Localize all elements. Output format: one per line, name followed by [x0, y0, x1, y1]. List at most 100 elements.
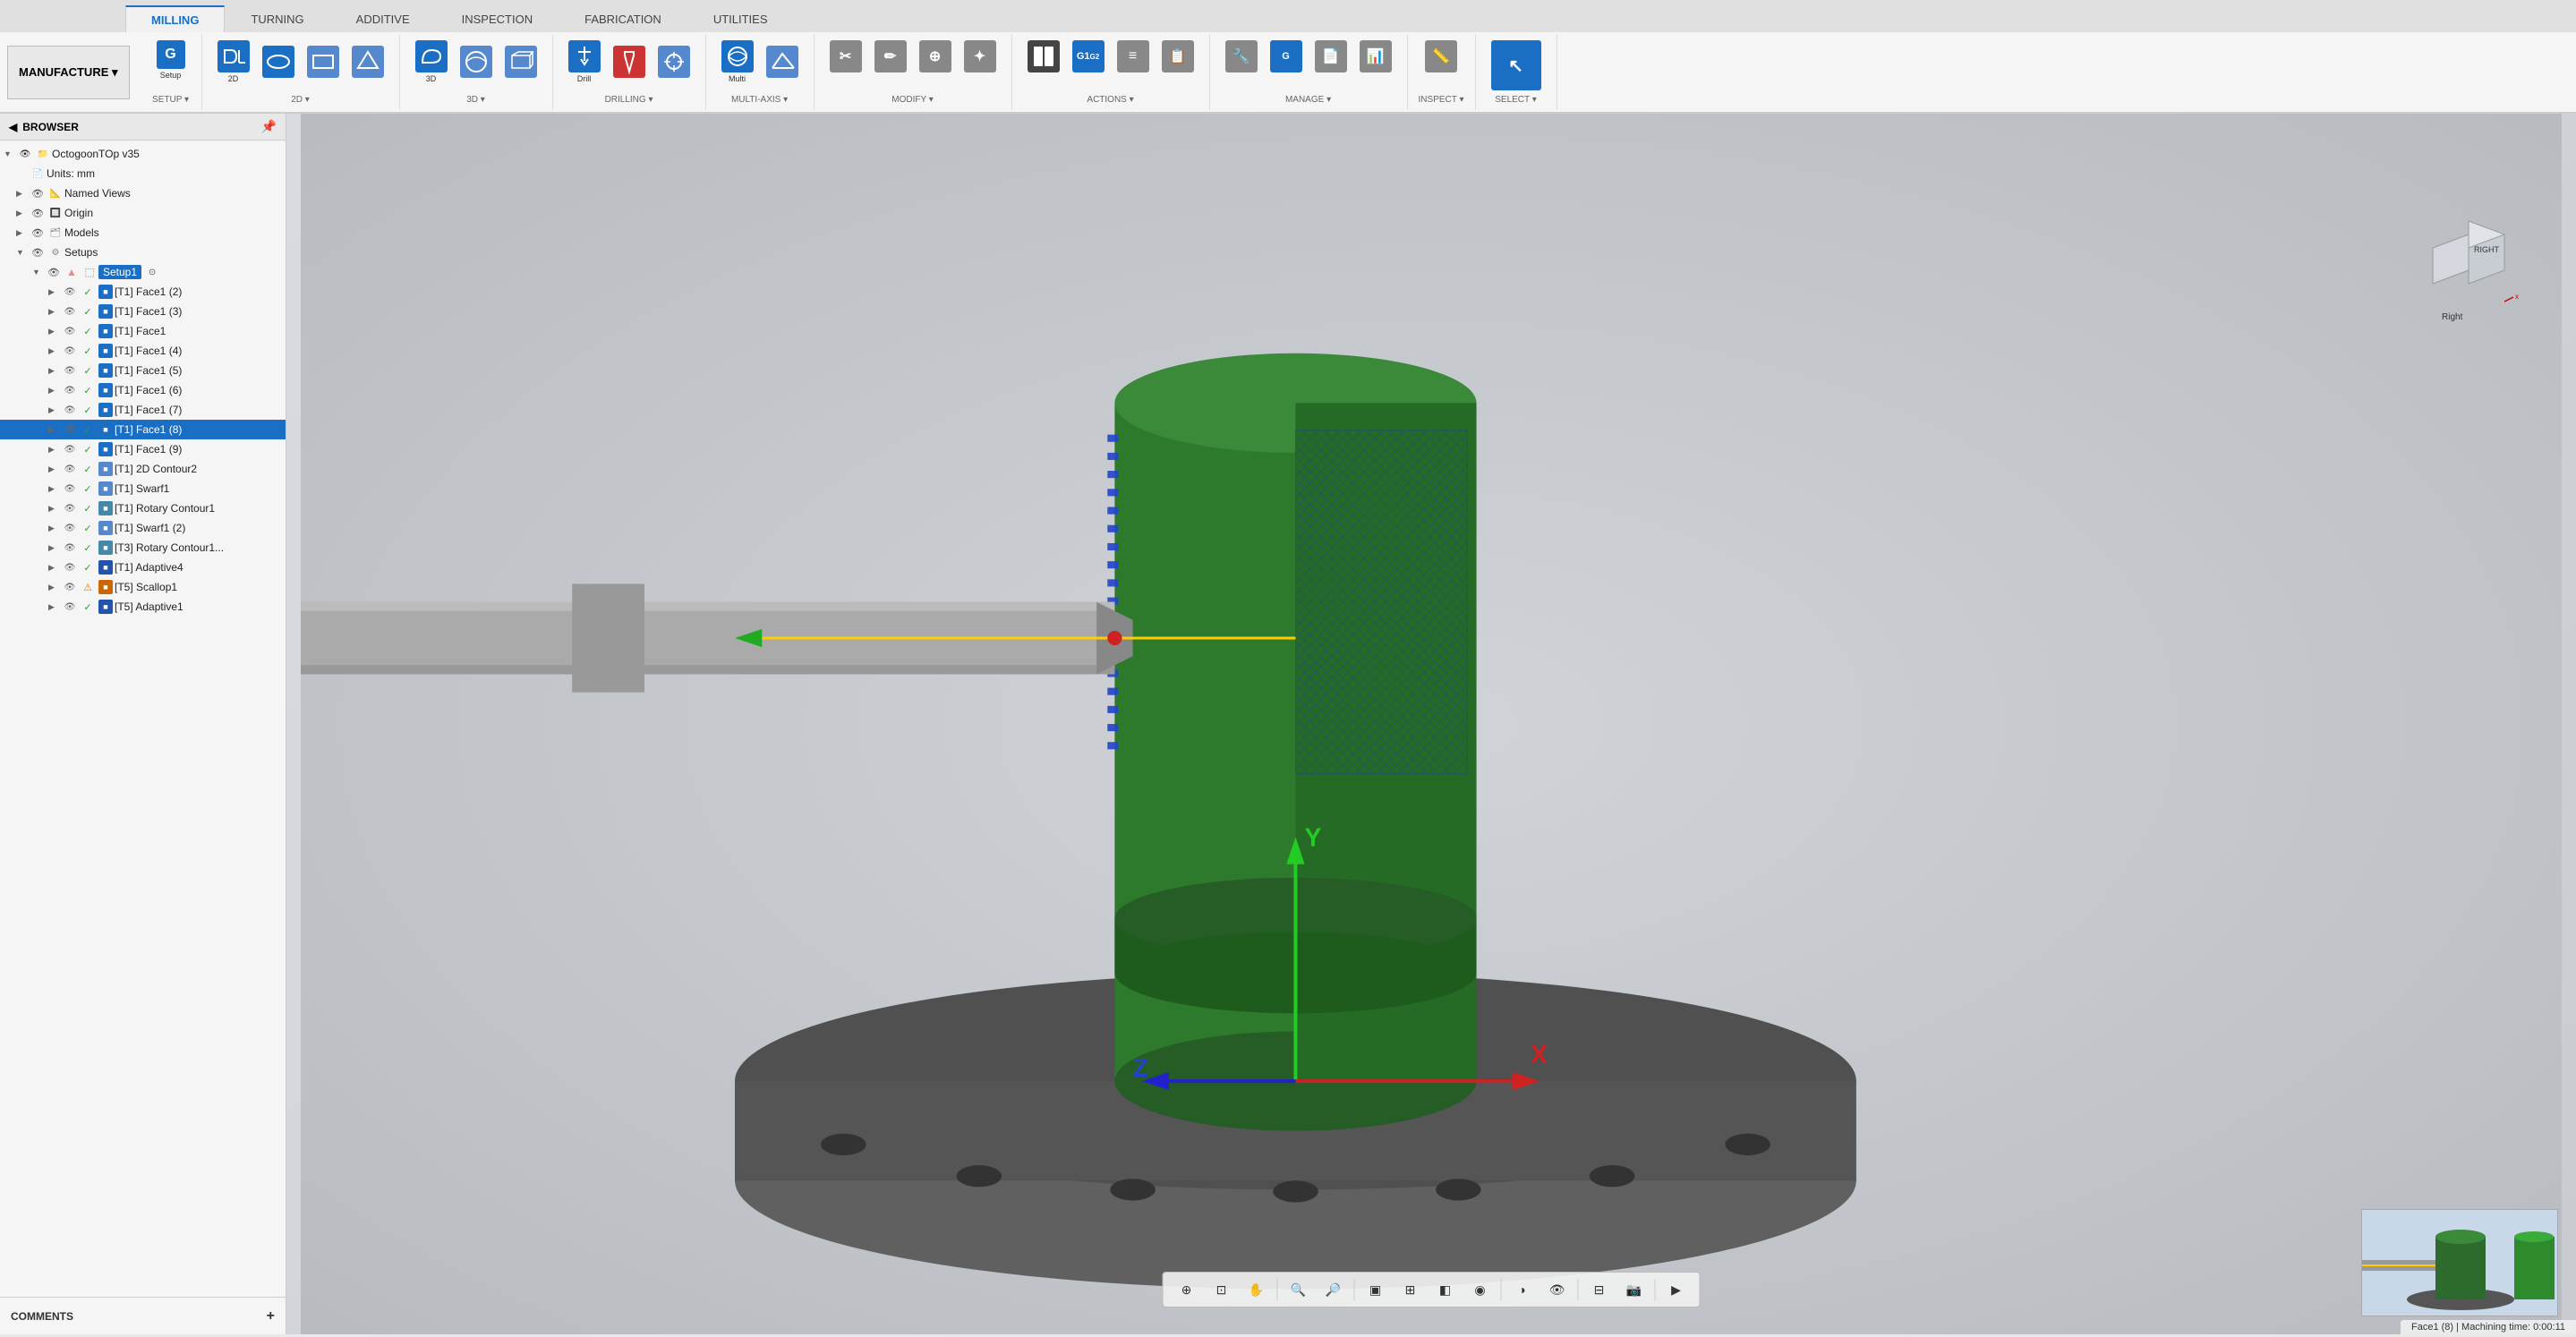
- grid-button[interactable]: ⊞: [1395, 1276, 1427, 1303]
- tree-item-12[interactable]: ▶ 👁 ✓ ■ [T1] Swarf1 (2): [0, 518, 286, 538]
- tree-item-3[interactable]: ▶ 👁 ✓ ■ [T1] Face1 (4): [0, 341, 286, 361]
- tree-item-8[interactable]: ▶ 👁 ✓ ■ [T1] Face1 (9): [0, 439, 286, 459]
- setup1-extra[interactable]: ⊙: [145, 265, 159, 279]
- item-eye-8[interactable]: 👁: [63, 442, 77, 456]
- pan-button[interactable]: ⊡: [1206, 1276, 1238, 1303]
- setup1-eye[interactable]: 👁: [47, 265, 61, 279]
- browser-collapse-icon[interactable]: ◀: [9, 121, 17, 133]
- item-expand-10[interactable]: ▶: [48, 484, 61, 494]
- item-expand-13[interactable]: ▶: [48, 543, 61, 553]
- tree-item-7[interactable]: ▶ 👁 ✓ ■ [T1] Face1 (8): [0, 420, 286, 439]
- tree-models[interactable]: ▶ 👁 🗂 Models: [0, 223, 286, 243]
- actions-4[interactable]: 📋: [1157, 38, 1198, 75]
- tree-setups[interactable]: ▼ 👁 ⚙ Setups: [0, 243, 286, 262]
- actions-2[interactable]: G1G2: [1068, 38, 1109, 75]
- origin-eye[interactable]: 👁: [30, 206, 45, 220]
- setups-eye[interactable]: 👁: [30, 245, 45, 260]
- wireframe-button[interactable]: ▣: [1360, 1276, 1392, 1303]
- modify-2[interactable]: ✏: [870, 38, 911, 75]
- nav-button-1[interactable]: ⊕: [1171, 1276, 1203, 1303]
- 2d-button[interactable]: 2D: [213, 38, 254, 86]
- tab-milling[interactable]: MILLING: [125, 5, 225, 32]
- view-cube[interactable]: RIGHT Right x: [2415, 203, 2522, 311]
- 3d-button[interactable]: 3D: [411, 38, 452, 86]
- tree-item-4[interactable]: ▶ 👁 ✓ ■ [T1] Face1 (5): [0, 361, 286, 380]
- tree-item-2[interactable]: ▶ 👁 ✓ ■ [T1] Face1: [0, 321, 286, 341]
- item-expand-15[interactable]: ▶: [48, 583, 61, 592]
- root-expand[interactable]: ▼: [4, 149, 16, 158]
- 2d-4-button[interactable]: [347, 43, 388, 81]
- item-eye-16[interactable]: 👁: [63, 600, 77, 614]
- tree-root[interactable]: ▼ 👁 📁 OctogoonTOp v35: [0, 144, 286, 164]
- tree-units[interactable]: 📄 Units: mm: [0, 164, 286, 183]
- item-expand-3[interactable]: ▶: [48, 346, 61, 356]
- item-eye-5[interactable]: 👁: [63, 383, 77, 397]
- tab-additive[interactable]: ADDITIVE: [330, 5, 436, 32]
- tab-fabrication[interactable]: FABRICATION: [559, 5, 687, 32]
- 2d-2-button[interactable]: [258, 43, 299, 81]
- zoom-fit-button[interactable]: 🔎: [1318, 1276, 1350, 1303]
- 2d-3-button[interactable]: [303, 43, 344, 81]
- tree-item-6[interactable]: ▶ 👁 ✓ ■ [T1] Face1 (7): [0, 400, 286, 420]
- item-eye-0[interactable]: 👁: [63, 285, 77, 299]
- item-expand-7[interactable]: ▶: [48, 425, 61, 435]
- manage-3[interactable]: 📄: [1310, 38, 1352, 75]
- tree-item-1[interactable]: ▶ 👁 ✓ ■ [T1] Face1 (3): [0, 302, 286, 321]
- setup1-expand[interactable]: ▼: [32, 268, 45, 277]
- display-settings-button[interactable]: ◧: [1429, 1276, 1462, 1303]
- item-eye-10[interactable]: 👁: [63, 481, 77, 496]
- tab-inspection[interactable]: INSPECTION: [436, 5, 559, 32]
- item-eye-7[interactable]: 👁: [63, 422, 77, 437]
- item-expand-0[interactable]: ▶: [48, 287, 61, 297]
- show-hide-button[interactable]: 👁: [1541, 1276, 1574, 1303]
- item-expand-2[interactable]: ▶: [48, 327, 61, 336]
- root-visibility-icon[interactable]: 👁: [18, 147, 32, 161]
- tree-item-0[interactable]: ▶ 👁 ✓ ■ [T1] Face1 (2): [0, 282, 286, 302]
- render-mode-button[interactable]: ◉: [1464, 1276, 1497, 1303]
- actions-3[interactable]: ≡: [1113, 38, 1154, 75]
- setup-button[interactable]: G Setup: [151, 38, 191, 82]
- viewport[interactable]: RIGHT Right x: [286, 114, 2576, 1334]
- multi-axis-2-button[interactable]: [762, 43, 803, 81]
- named-views-eye[interactable]: 👁: [30, 186, 45, 200]
- multi-axis-button[interactable]: Multi: [717, 38, 758, 86]
- tree-item-9[interactable]: ▶ 👁 ✓ ■ [T1] 2D Contour2: [0, 459, 286, 479]
- named-views-expand[interactable]: ▶: [16, 189, 29, 199]
- section-button[interactable]: ⊟: [1583, 1276, 1616, 1303]
- item-eye-14[interactable]: 👁: [63, 560, 77, 575]
- browser-pin-icon[interactable]: 📌: [261, 119, 277, 134]
- tab-turning[interactable]: TURNING: [225, 5, 329, 32]
- item-eye-4[interactable]: 👁: [63, 363, 77, 378]
- tree-item-14[interactable]: ▶ 👁 ✓ ■ [T1] Adaptive4: [0, 558, 286, 577]
- tree-item-10[interactable]: ▶ 👁 ✓ ■ [T1] Swarf1: [0, 479, 286, 498]
- modify-4[interactable]: ✦: [960, 38, 1001, 75]
- tree-item-5[interactable]: ▶ 👁 ✓ ■ [T1] Face1 (6): [0, 380, 286, 400]
- modify-3[interactable]: ⊕: [915, 38, 956, 75]
- manufacture-button[interactable]: MANUFACTURE ▾: [7, 46, 130, 99]
- drilling-3-button[interactable]: [653, 43, 695, 81]
- tree-origin[interactable]: ▶ 👁 🔲 Origin: [0, 203, 286, 223]
- tree-item-15[interactable]: ▶ 👁 ⚠ ■ [T5] Scallop1: [0, 577, 286, 597]
- tree-item-11[interactable]: ▶ 👁 ✓ ■ [T1] Rotary Contour1: [0, 498, 286, 518]
- 3d-2-button[interactable]: [456, 43, 497, 81]
- item-expand-9[interactable]: ▶: [48, 464, 61, 474]
- drilling-button[interactable]: Drill: [564, 38, 605, 86]
- origin-expand[interactable]: ▶: [16, 209, 29, 218]
- more-tools-button[interactable]: ▶: [1660, 1276, 1693, 1303]
- item-expand-8[interactable]: ▶: [48, 445, 61, 455]
- shadow-button[interactable]: ◑: [1506, 1276, 1539, 1303]
- item-eye-6[interactable]: 👁: [63, 403, 77, 417]
- zoom-button[interactable]: 🔍: [1283, 1276, 1315, 1303]
- item-eye-15[interactable]: 👁: [63, 580, 77, 594]
- item-eye-1[interactable]: 👁: [63, 304, 77, 319]
- models-expand[interactable]: ▶: [16, 228, 29, 238]
- item-eye-9[interactable]: 👁: [63, 462, 77, 476]
- camera-button[interactable]: 📷: [1618, 1276, 1651, 1303]
- item-expand-11[interactable]: ▶: [48, 504, 61, 514]
- setups-expand[interactable]: ▼: [16, 248, 29, 257]
- item-eye-3[interactable]: 👁: [63, 344, 77, 358]
- actions-1[interactable]: [1023, 38, 1064, 75]
- manage-4[interactable]: 📊: [1355, 38, 1396, 75]
- modify-scissors[interactable]: ✂: [825, 38, 866, 75]
- tree-item-13[interactable]: ▶ 👁 ✓ ■ [T3] Rotary Contour1...: [0, 538, 286, 558]
